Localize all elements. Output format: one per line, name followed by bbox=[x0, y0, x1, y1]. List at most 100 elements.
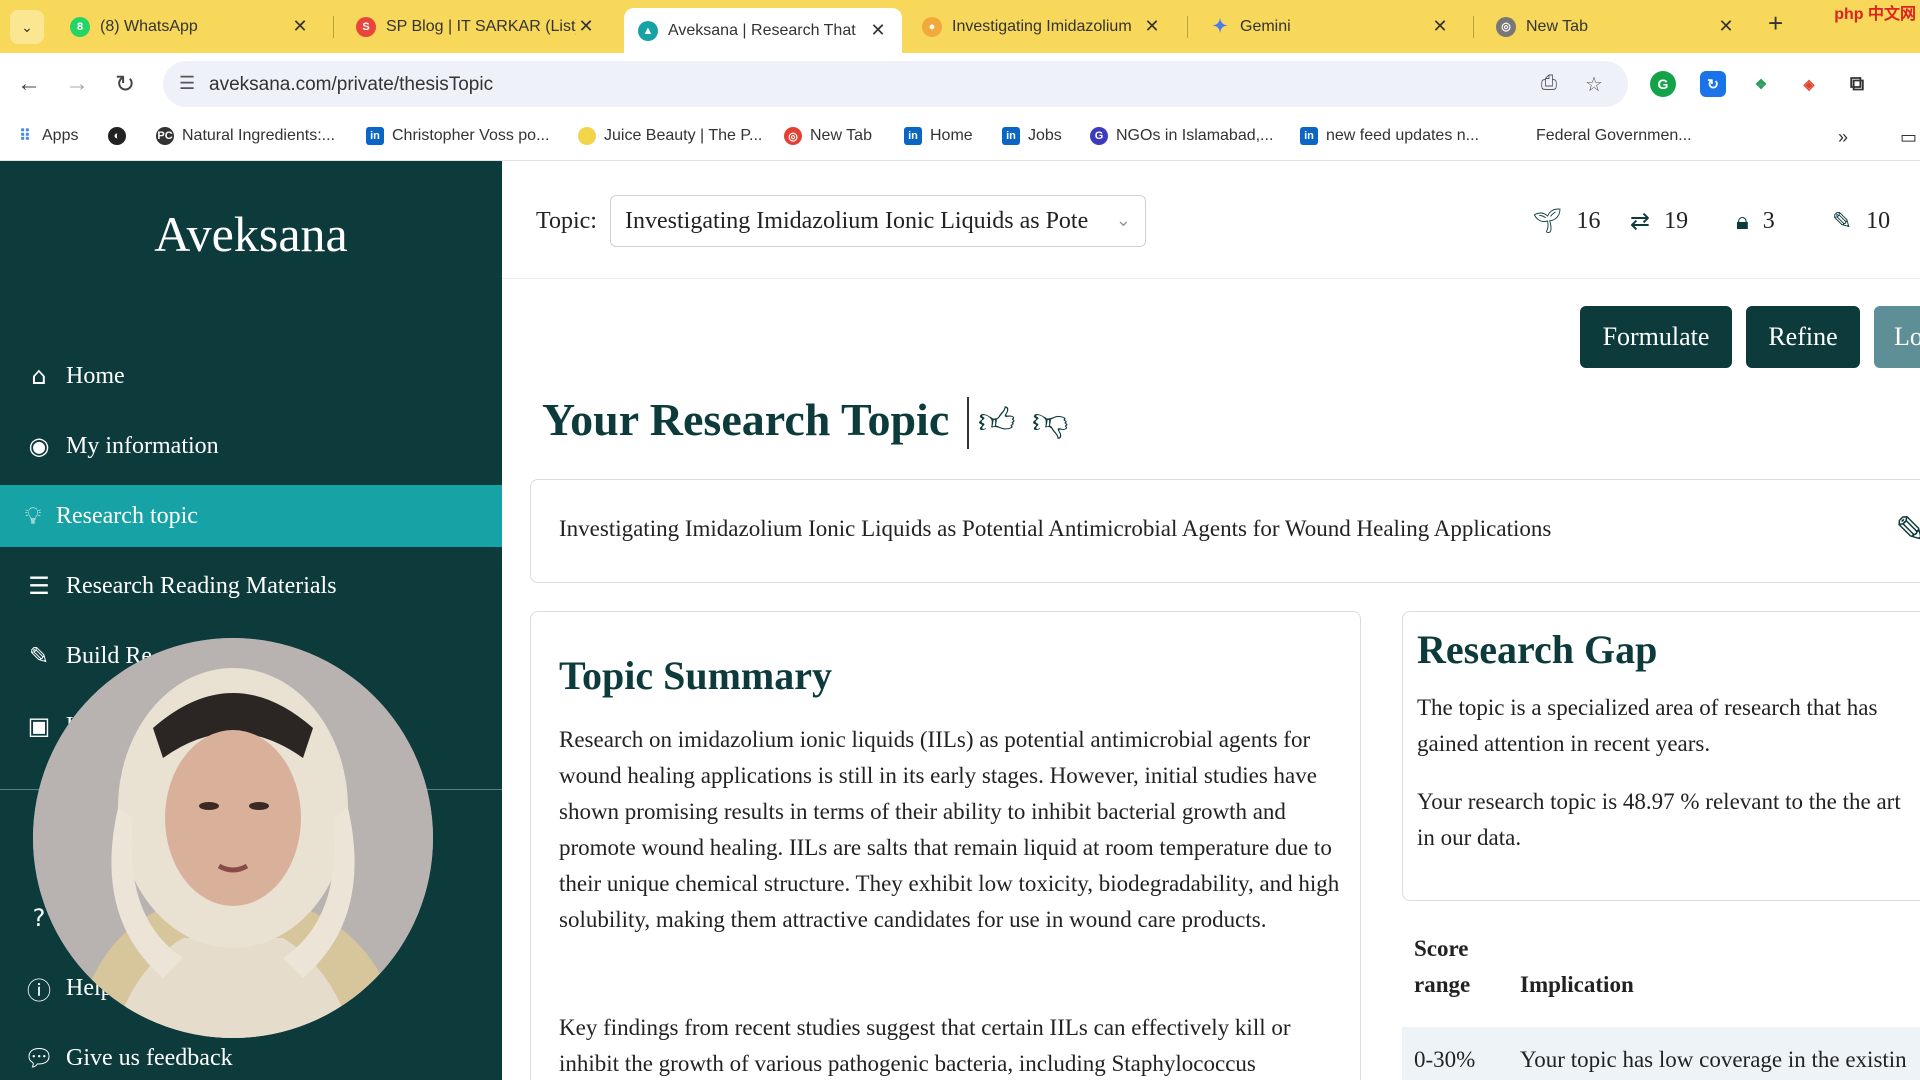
research-gap-heading: Research Gap bbox=[1417, 627, 1658, 672]
tab-whatsapp[interactable]: 8 (8) WhatsApp ✕ bbox=[56, 6, 324, 47]
stat-seedlings: 🌱︎ 16 bbox=[1532, 207, 1600, 235]
seedling-icon: 🌱︎ bbox=[1532, 207, 1563, 235]
linkedin-icon: in bbox=[904, 127, 922, 145]
gemini-icon: ✦ bbox=[1212, 16, 1228, 36]
topic-toolbar: Topic: Investigating Imidazolium Ionic L… bbox=[502, 161, 1920, 279]
close-icon[interactable]: ✕ bbox=[290, 16, 310, 37]
tab-separator bbox=[333, 16, 334, 38]
bookmark-globe[interactable]: ◐ bbox=[108, 127, 134, 145]
stat-value: 19 bbox=[1664, 207, 1689, 234]
bookmark-federal-government[interactable]: Federal Governmen... bbox=[1536, 127, 1692, 145]
refine-button[interactable]: Refine bbox=[1746, 306, 1860, 368]
close-icon[interactable]: ✕ bbox=[868, 20, 888, 41]
bookmark-home[interactable]: in Home bbox=[904, 127, 973, 145]
sidebar-item-label: Research Reading Materials bbox=[66, 572, 337, 599]
investigating-icon: ● bbox=[922, 16, 942, 37]
header-line: Score bbox=[1414, 936, 1469, 961]
table-row: 0-30% Your topic has low coverage in the… bbox=[1402, 1027, 1920, 1080]
main-content: Topic: Investigating Imidazolium Ionic L… bbox=[502, 161, 1920, 1080]
tab-title: (8) WhatsApp bbox=[100, 17, 198, 35]
close-icon[interactable]: ✕ bbox=[1430, 16, 1450, 37]
sidebar-item-label: My information bbox=[66, 432, 219, 459]
bookmark-natural-ingredients[interactable]: PC Natural Ingredients:... bbox=[156, 127, 335, 145]
bookmark-label: Christopher Voss po... bbox=[392, 127, 550, 144]
thumbs-up-icon[interactable]: 👍︎ bbox=[978, 399, 1016, 443]
aveksana-icon: ▲ bbox=[638, 20, 658, 41]
score-range-cell: 0-30% bbox=[1414, 1047, 1476, 1072]
tab-search-dropdown[interactable]: ⌄ bbox=[10, 10, 44, 44]
forward-button[interactable]: → bbox=[60, 67, 94, 101]
extension-icon[interactable]: ◈ bbox=[1796, 71, 1822, 97]
header-line: range bbox=[1414, 972, 1471, 997]
tab-title: New Tab bbox=[1526, 17, 1588, 35]
folder-icon[interactable]: ▭ bbox=[1900, 127, 1917, 148]
sync-extension-icon[interactable]: ↻ bbox=[1700, 71, 1726, 97]
calendar-plus-icon: ▣ bbox=[27, 712, 51, 740]
close-icon[interactable]: ✕ bbox=[1142, 16, 1162, 37]
topic-select-value: Investigating Imidazolium Ionic Liquids … bbox=[625, 208, 1089, 234]
stat-retweets: ⇄ 19 bbox=[1630, 207, 1688, 235]
topic-select[interactable]: Investigating Imidazolium Ionic Liquids … bbox=[610, 195, 1146, 247]
formulate-button[interactable]: Formulate bbox=[1580, 306, 1732, 368]
sp-blog-icon: S bbox=[356, 16, 376, 37]
score-range-header: Score range bbox=[1414, 931, 1470, 1003]
new-tab-button[interactable]: + bbox=[1768, 8, 1783, 39]
site-info-icon[interactable]: ☰ bbox=[179, 73, 195, 94]
retweet-icon: ⇄ bbox=[1630, 207, 1651, 235]
install-app-icon[interactable]: ⎙ bbox=[1541, 72, 1557, 95]
extensions-puzzle-icon[interactable]: ⧉ bbox=[1844, 71, 1870, 97]
bookmark-star-icon[interactable]: ☆ bbox=[1585, 72, 1603, 97]
close-icon[interactable]: ✕ bbox=[1716, 16, 1736, 37]
sidebar-item-reading-materials[interactable]: ☰ Research Reading Materials bbox=[0, 555, 502, 617]
sidebar-item-home[interactable]: ⌂ Home bbox=[0, 345, 502, 407]
tab-new-tab[interactable]: ◎ New Tab ✕ bbox=[1482, 6, 1750, 47]
bookmark-ngos[interactable]: G NGOs in Islamabad,... bbox=[1090, 127, 1273, 145]
third-action-button[interactable]: Lo bbox=[1874, 306, 1920, 368]
whatsapp-icon: 8 bbox=[70, 16, 90, 37]
bookmark-new-feed[interactable]: in new feed updates n... bbox=[1300, 127, 1479, 145]
thumbs-down-icon[interactable]: 👎︎ bbox=[1032, 399, 1069, 443]
stat-value: 10 bbox=[1866, 207, 1891, 234]
relevance-text: Your research topic is 48.97 % relevant … bbox=[1417, 789, 1901, 814]
bookmark-new-tab[interactable]: ◎ New Tab bbox=[784, 127, 872, 145]
apps-grid-icon: ⠿ bbox=[19, 128, 31, 145]
bookmark-label: new feed updates n... bbox=[1326, 127, 1479, 144]
back-button[interactable]: ← bbox=[12, 67, 46, 101]
edit-topic-icon[interactable]: ✎ bbox=[1895, 508, 1920, 552]
research-gap-paragraph: The topic is a specialized area of resea… bbox=[1417, 695, 1878, 756]
extension-icon[interactable]: ❖ bbox=[1748, 71, 1774, 97]
juice-beauty-icon bbox=[578, 127, 596, 145]
tab-title: SP Blog | IT SARKAR (List) bbox=[386, 17, 576, 35]
close-icon[interactable]: ✕ bbox=[576, 16, 596, 37]
bookmark-jobs[interactable]: in Jobs bbox=[1002, 127, 1062, 145]
tab-gemini[interactable]: ✦ Gemini ✕ bbox=[1196, 6, 1464, 47]
sidebar-item-my-information[interactable]: ◉ My information bbox=[0, 415, 502, 477]
user-circle-icon: ◉ bbox=[28, 432, 50, 460]
chrome-icon: ◎ bbox=[1496, 16, 1516, 37]
ngos-icon: G bbox=[1090, 127, 1108, 145]
linkedin-icon: in bbox=[366, 127, 384, 145]
sidebar-item-research-topic[interactable]: 💡︎ Research topic bbox=[0, 485, 502, 547]
research-topic-text: Investigating Imidazolium Ionic Liquids … bbox=[559, 516, 1552, 541]
more-bookmarks-chevron-icon[interactable]: » bbox=[1838, 127, 1848, 148]
comments-icon: 💬︎ bbox=[24, 1044, 55, 1072]
research-gap-card: Research Gap The topic is a specialized … bbox=[1402, 611, 1920, 901]
chrome-icon: ◎ bbox=[784, 127, 802, 145]
bookmark-apps[interactable]: ⠿ Apps bbox=[16, 127, 78, 145]
stat-value: 16 bbox=[1576, 207, 1601, 234]
grammarly-extension-icon[interactable]: G bbox=[1650, 71, 1676, 97]
tab-sp-blog[interactable]: S SP Blog | IT SARKAR (List) ✕ bbox=[342, 6, 610, 47]
implication-header: Implication bbox=[1520, 972, 1634, 997]
linkedin-icon: in bbox=[1002, 127, 1020, 145]
tab-aveksana[interactable]: ▲ Aveksana | Research That ✕ bbox=[624, 8, 902, 53]
browser-toolbar: ← → ↻ ☰ aveksana.com/private/thesisTopic… bbox=[0, 53, 1920, 115]
tab-investigating[interactable]: ● Investigating Imidazolium ✕ bbox=[908, 6, 1176, 47]
topic-summary-paragraph: Key findings from recent studies suggest… bbox=[559, 1015, 1291, 1076]
address-bar[interactable]: ☰ aveksana.com/private/thesisTopic ⎙ ☆ bbox=[163, 61, 1628, 107]
pc-icon: PC bbox=[156, 127, 174, 145]
browser-tab-bar: ⌄ 8 (8) WhatsApp ✕ S SP Blog | IT SARKAR… bbox=[0, 0, 1920, 53]
brand-logo[interactable]: Aveksana bbox=[0, 205, 502, 263]
bookmark-juice-beauty[interactable]: Juice Beauty | The P... bbox=[578, 127, 762, 145]
reload-button[interactable]: ↻ bbox=[108, 67, 142, 101]
bookmark-christopher-voss[interactable]: in Christopher Voss po... bbox=[366, 127, 549, 145]
